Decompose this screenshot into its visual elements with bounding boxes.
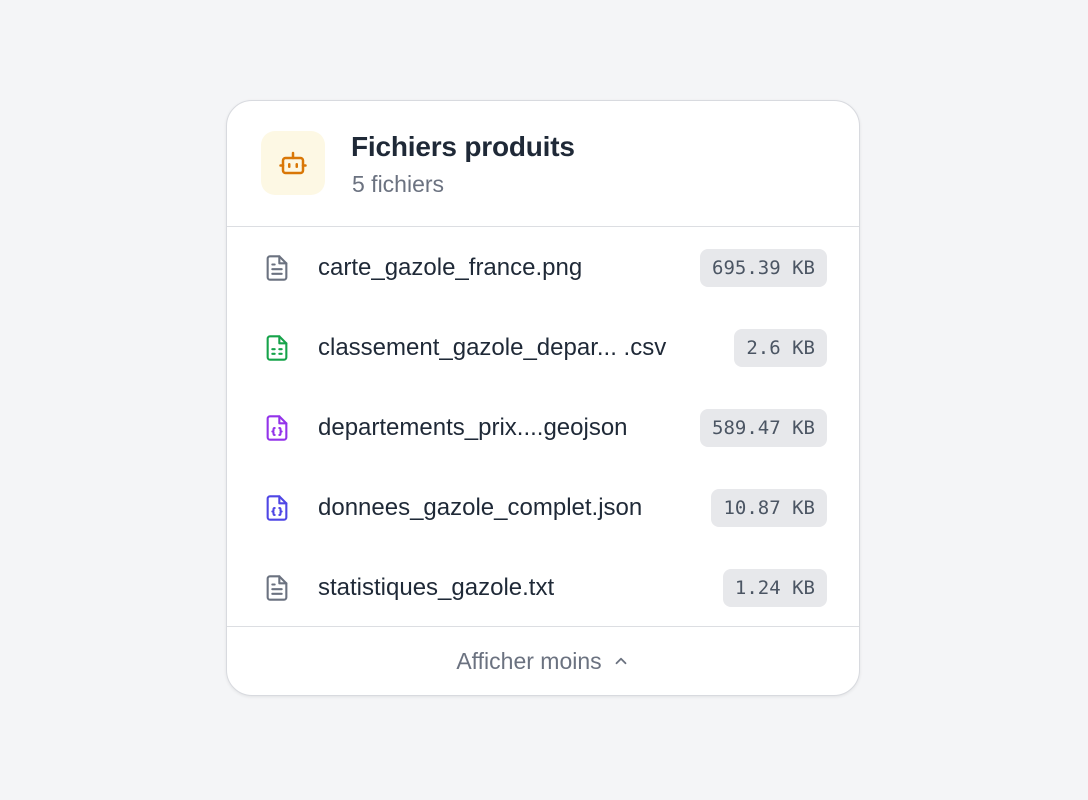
panel-title: Fichiers produits xyxy=(351,131,575,162)
file-count: 5 fichiers xyxy=(352,171,445,197)
file-size-badge: 1.24 KB xyxy=(722,569,827,607)
file-size-badge: 10.87 KB xyxy=(711,489,827,527)
file-list: carte_gazole_france.png 695.39 KB classe… xyxy=(227,227,859,629)
file-name: classement_gazole_depar... .csv xyxy=(318,334,667,361)
file-row[interactable]: carte_gazole_france.png 695.39 KB xyxy=(227,228,859,308)
chevron-up-icon xyxy=(612,652,630,670)
robot-icon xyxy=(261,131,325,195)
file-size-badge: 695.39 KB xyxy=(700,249,827,287)
file-row[interactable]: departements_prix....geojson 589.47 KB xyxy=(227,388,859,468)
file-text-icon xyxy=(263,252,291,284)
file-name: departements_prix....geojson xyxy=(318,414,628,441)
show-less-label: Afficher moins xyxy=(456,647,602,674)
file-name: statistiques_gazole.txt xyxy=(318,574,555,601)
file-name: donnees_gazole_complet.json xyxy=(318,494,643,521)
file-row[interactable]: donnees_gazole_complet.json 10.87 KB xyxy=(227,468,859,548)
file-row[interactable]: statistiques_gazole.txt 1.24 KB xyxy=(227,548,859,628)
file-text-icon xyxy=(263,572,291,604)
file-size-badge: 2.6 KB xyxy=(734,329,827,367)
file-code-icon xyxy=(263,492,291,524)
file-name: carte_gazole_france.png xyxy=(318,254,583,281)
file-size-badge: 589.47 KB xyxy=(700,409,827,447)
panel-header: Fichiers produits 5 fichiers xyxy=(227,101,859,227)
files-panel: Fichiers produits 5 fichiers carte_gazol… xyxy=(226,100,860,696)
file-spreadsheet-icon xyxy=(263,332,291,364)
file-code-icon xyxy=(263,412,291,444)
file-row[interactable]: classement_gazole_depar... .csv 2.6 KB xyxy=(227,308,859,388)
show-less-button[interactable]: Afficher moins xyxy=(227,626,859,695)
